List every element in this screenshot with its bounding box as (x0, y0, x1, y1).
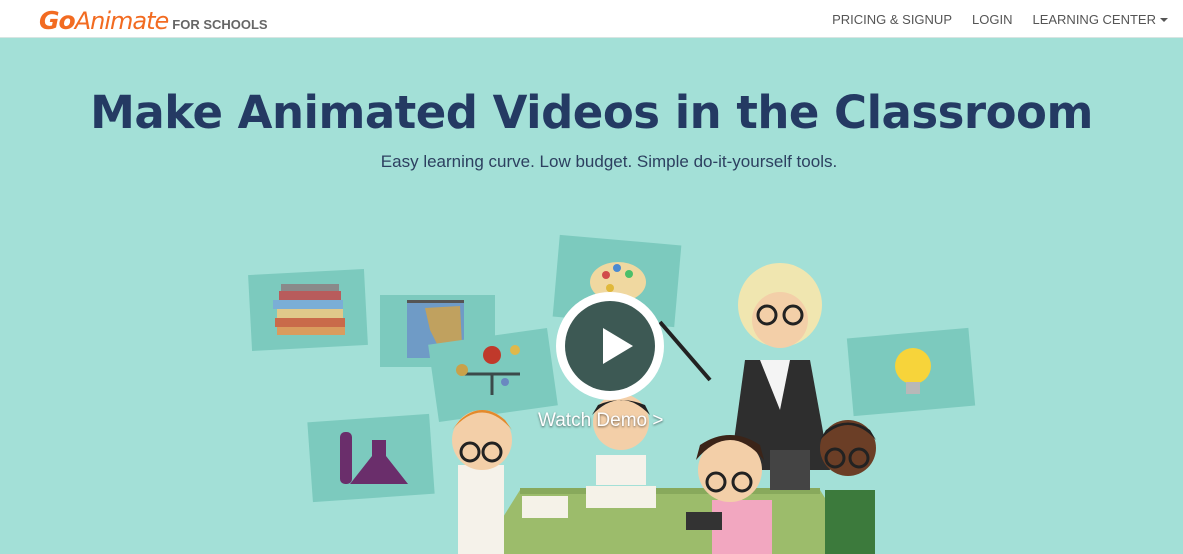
books-icon (248, 269, 368, 351)
play-icon (565, 301, 655, 391)
classroom-table (480, 486, 860, 554)
lightbulb-icon (846, 327, 976, 417)
watch-demo-link[interactable]: Watch Demo > (538, 410, 663, 432)
flask-icon (307, 413, 435, 503)
student-boy-black-hair (592, 394, 650, 485)
student-boy-dark-skin (820, 420, 876, 554)
classroom-illustration (248, 234, 976, 554)
solar-system-icon (428, 328, 558, 422)
play-triangle (603, 328, 633, 364)
play-demo-button[interactable] (556, 292, 664, 400)
student-boy-red-hair (452, 410, 512, 554)
